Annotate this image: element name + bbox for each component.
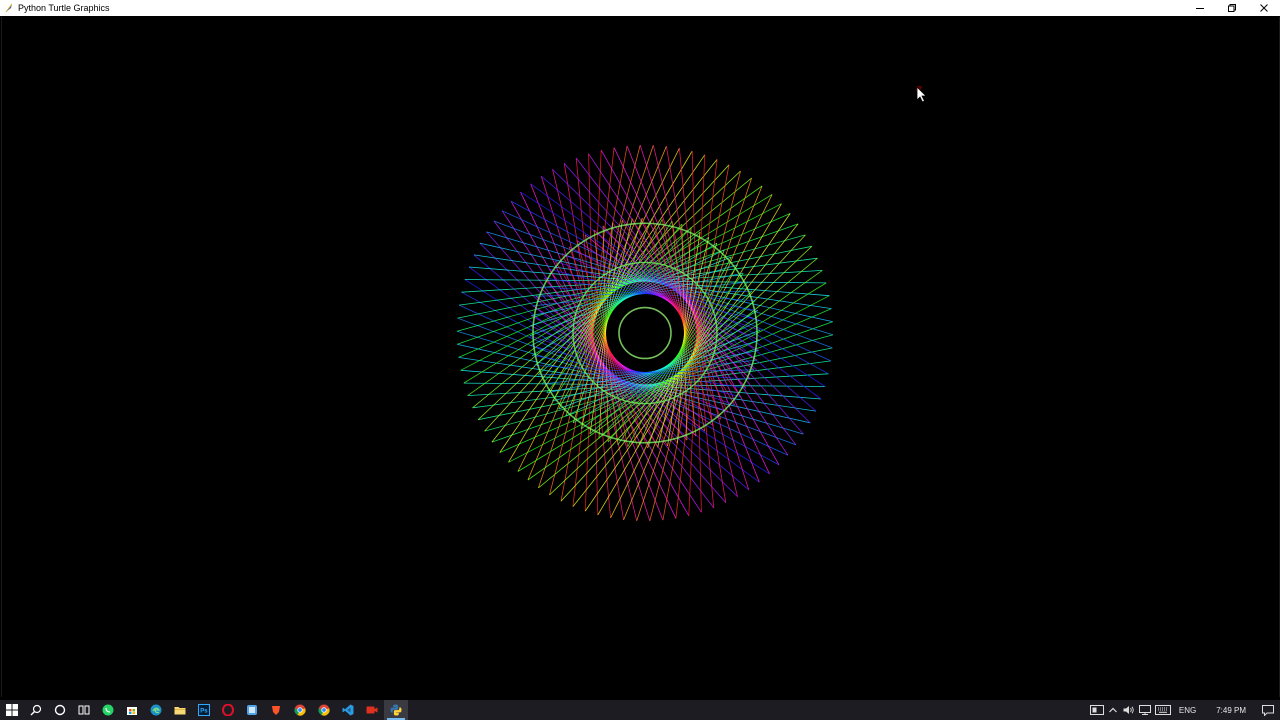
taskbar: Ps ENG 7:49 PM: [0, 700, 1280, 720]
vscode-button[interactable]: [336, 700, 360, 720]
store-icon: [127, 707, 137, 715]
windows-logo-icon: [6, 704, 18, 716]
close-button[interactable]: [1248, 0, 1280, 16]
minimize-button[interactable]: [1184, 0, 1216, 16]
mouse-cursor-icon: [916, 86, 927, 103]
show-hidden-icons-button[interactable]: [1105, 700, 1121, 720]
opera-button[interactable]: [216, 700, 240, 720]
volume-button[interactable]: [1121, 700, 1137, 720]
chrome-button[interactable]: [288, 700, 312, 720]
restore-icon: [1228, 4, 1236, 12]
start-button[interactable]: [0, 700, 24, 720]
opera-icon: [222, 704, 234, 716]
clock[interactable]: 7:49 PM: [1202, 706, 1256, 715]
python-feather-icon: [4, 3, 14, 13]
folder-icon: [174, 707, 186, 715]
edge-button[interactable]: [144, 700, 168, 720]
chrome-profile-button[interactable]: [312, 700, 336, 720]
chevron-up-icon: [1108, 707, 1117, 713]
recorder-icon: [366, 706, 378, 714]
recorder-button[interactable]: [360, 700, 384, 720]
keyboard-layout-icon: [1089, 705, 1104, 715]
python-turtle-taskbar-button[interactable]: [384, 700, 408, 720]
system-tray: ENG 7:49 PM: [1089, 700, 1280, 720]
task-view-icon: [78, 705, 90, 715]
close-icon: [1260, 4, 1268, 12]
notification-icon: [1262, 704, 1274, 716]
brave-icon: [272, 706, 280, 715]
title-bar[interactable]: Python Turtle Graphics: [0, 0, 1280, 16]
store-button[interactable]: [120, 700, 144, 720]
photoshop-button[interactable]: Ps: [192, 700, 216, 720]
window-title: Python Turtle Graphics: [18, 3, 110, 13]
task-view-button[interactable]: [72, 700, 96, 720]
turtle-canvas[interactable]: [1, 17, 1280, 697]
keyboard-icon: [1154, 705, 1171, 715]
keyboard-button[interactable]: [1153, 700, 1173, 720]
cortana-button[interactable]: [48, 700, 72, 720]
restore-button[interactable]: [1216, 0, 1248, 16]
search-button[interactable]: [24, 700, 48, 720]
search-icon: [30, 704, 42, 716]
network-button[interactable]: [1137, 700, 1153, 720]
brave-button[interactable]: [264, 700, 288, 720]
speaker-icon: [1123, 706, 1134, 714]
python-icon: [390, 704, 402, 716]
whatsapp-button[interactable]: [96, 700, 120, 720]
file-explorer-button[interactable]: [168, 700, 192, 720]
blue-app-button[interactable]: [240, 700, 264, 720]
network-icon: [1138, 705, 1151, 715]
spirograph-drawing: [456, 144, 834, 522]
edge-icon: [150, 704, 162, 716]
chrome-icon: [294, 704, 306, 716]
whatsapp-icon: [102, 704, 114, 716]
blue-app-icon: [247, 705, 257, 715]
tray-app-button[interactable]: [1089, 700, 1105, 720]
minimize-icon: [1196, 8, 1204, 9]
action-center-button[interactable]: [1256, 700, 1280, 720]
turtle-window: Python Turtle Graphics: [0, 0, 1280, 700]
language-indicator[interactable]: ENG: [1173, 706, 1202, 715]
chrome-icon: [318, 704, 330, 716]
spiro-center: [622, 310, 668, 356]
svg-text:Ps: Ps: [200, 709, 208, 715]
window-controls: [1184, 0, 1280, 16]
vscode-icon: [342, 704, 354, 716]
photoshop-icon: Ps: [198, 704, 210, 716]
circle-icon: [54, 704, 66, 716]
